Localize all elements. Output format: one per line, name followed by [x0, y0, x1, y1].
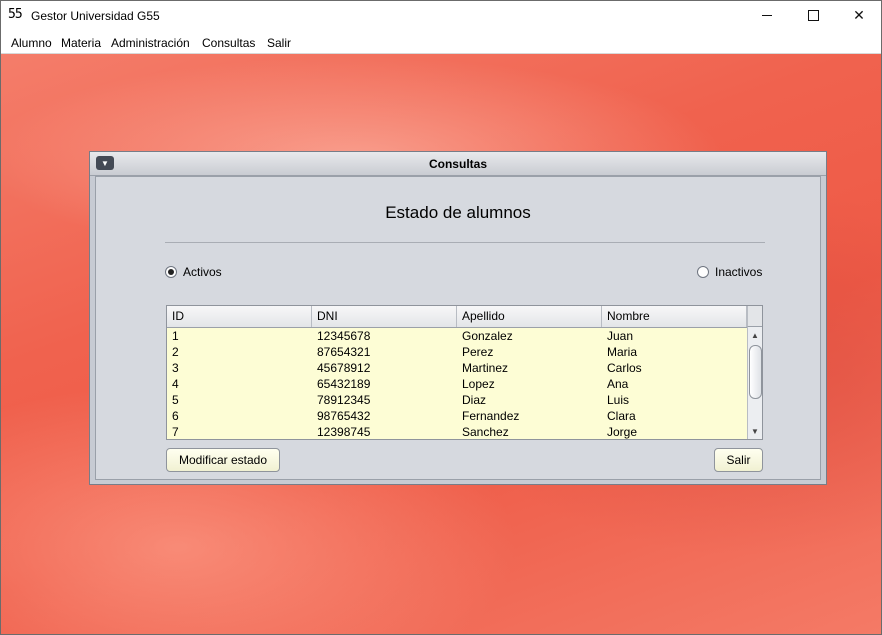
scroll-down-icon[interactable]: ▼ — [748, 424, 762, 438]
salir-button[interactable]: Salir — [714, 448, 763, 472]
scroll-up-icon[interactable]: ▲ — [748, 328, 762, 342]
table-cell: 4 — [172, 377, 179, 391]
menu-administracion[interactable]: Administración — [111, 36, 190, 50]
menu-salir[interactable]: Salir — [267, 36, 291, 50]
table-cell: 78912345 — [317, 393, 371, 407]
column-header-id[interactable]: ID — [167, 306, 312, 327]
minimize-icon — [762, 15, 772, 16]
table-cell: Gonzalez — [462, 329, 513, 343]
table-row[interactable]: 3 45678912 Martinez Carlos — [167, 360, 747, 376]
table-cell: 3 — [172, 361, 179, 375]
table-cell: Lopez — [462, 377, 495, 391]
frame-content: Estado de alumnos Activos Inactivos ID D… — [95, 176, 821, 480]
separator — [165, 242, 765, 243]
table-cell: Clara — [607, 409, 636, 423]
table-row[interactable]: 1 12345678 Gonzalez Juan — [167, 328, 747, 344]
table-row[interactable]: 4 65432189 Lopez Ana — [167, 376, 747, 392]
menu-alumno[interactable]: Alumno — [11, 36, 52, 50]
close-button[interactable]: ✕ — [836, 0, 882, 31]
window-titlebar: 55 Gestor Universidad G55 ✕ — [0, 0, 882, 31]
column-header-nombre[interactable]: Nombre — [602, 306, 747, 327]
table-header: ID DNI Apellido Nombre — [167, 306, 747, 328]
table-cell: Jorge — [607, 425, 638, 439]
table-cell: 1 — [172, 329, 179, 343]
radio-activos[interactable]: Activos — [165, 265, 222, 279]
table-cell: 12345678 — [317, 329, 371, 343]
table-cell: Ana — [607, 377, 629, 391]
table-cell: 87654321 — [317, 345, 371, 359]
maximize-button[interactable] — [790, 0, 836, 31]
radio-inactivos[interactable]: Inactivos — [697, 265, 762, 279]
table-cell: 45678912 — [317, 361, 371, 375]
minimize-button[interactable] — [744, 0, 790, 31]
table-cell: Juan — [607, 329, 634, 343]
table-cell: Luis — [607, 393, 630, 407]
table-cell: 12398745 — [317, 425, 371, 439]
table-cell: Martinez — [462, 361, 509, 375]
table-cell: Maria — [607, 345, 638, 359]
internal-frame-title: Consultas — [428, 157, 487, 171]
radio-activos-label: Activos — [183, 265, 222, 279]
table-cell: Sanchez — [462, 425, 509, 439]
table-cell: Diaz — [462, 393, 487, 407]
internal-frame-titlebar[interactable]: ▼ Consultas — [90, 152, 826, 176]
alumnos-table: ID DNI Apellido Nombre 1 12345678 Gonzal… — [166, 305, 763, 440]
menu-consultas[interactable]: Consultas — [202, 36, 255, 50]
page-title: Estado de alumnos — [385, 203, 531, 222]
radio-unselected-icon — [697, 266, 709, 278]
close-icon: ✕ — [853, 7, 865, 23]
table-row[interactable]: 7 12398745 Sanchez Jorge — [167, 424, 747, 439]
table-cell: 6 — [172, 409, 179, 423]
app-icon: 55 — [8, 7, 23, 22]
column-header-apellido[interactable]: Apellido — [457, 306, 602, 327]
table-row[interactable]: 6 98765432 Fernandez Clara — [167, 408, 747, 424]
radio-inactivos-label: Inactivos — [715, 265, 763, 279]
table-cell: 65432189 — [317, 377, 371, 391]
table-row[interactable]: 5 78912345 Diaz Luis — [167, 392, 747, 408]
modificar-estado-button[interactable]: Modificar estado — [166, 448, 280, 472]
maximize-icon — [807, 10, 819, 21]
window-title: Gestor Universidad G55 — [31, 9, 160, 23]
scrollbar-thumb[interactable] — [749, 345, 762, 399]
consultas-internal-frame: ▼ Consultas Estado de alumnos Activos In… — [89, 151, 827, 485]
table-cell: 5 — [172, 393, 179, 407]
table-cell: 7 — [172, 425, 179, 439]
table-cell: 98765432 — [317, 409, 371, 423]
table-cell: Carlos — [607, 361, 642, 375]
table-body: 1 12345678 Gonzalez Juan 2 87654321 Pere… — [167, 328, 747, 439]
column-header-dni[interactable]: DNI — [312, 306, 457, 327]
table-scrollbar[interactable]: ▲ ▼ — [747, 327, 762, 439]
table-cell: Perez — [462, 345, 494, 359]
table-cell: Fernandez — [462, 409, 520, 423]
menu-materia[interactable]: Materia — [61, 36, 101, 50]
radio-selected-icon — [165, 266, 177, 278]
menubar: Alumno Materia Administración Consultas … — [0, 31, 882, 54]
table-cell: 2 — [172, 345, 179, 359]
table-row[interactable]: 2 87654321 Perez Maria — [167, 344, 747, 360]
table-header-corner — [747, 306, 762, 327]
